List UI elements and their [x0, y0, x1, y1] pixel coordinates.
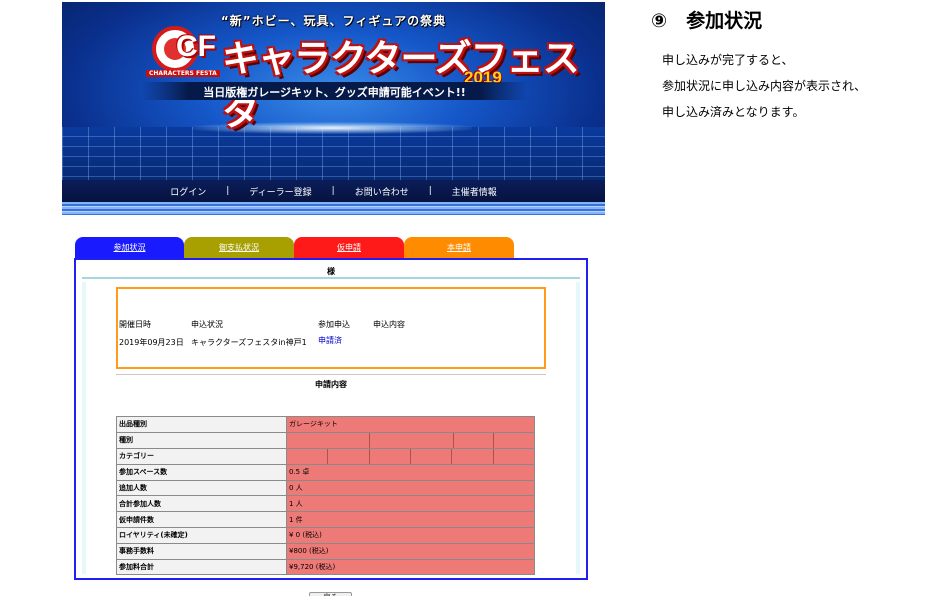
nav-separator: |: [428, 186, 432, 196]
tab-payment-status[interactable]: 御支払状況: [184, 237, 294, 258]
tab-main-application[interactable]: 本申請: [404, 237, 514, 258]
event-name: キャラクターズフェスタin神戸1: [191, 338, 307, 347]
table-row: 仮申請件数 1 件: [116, 511, 535, 528]
banner-tagline: “新”ホビー、玩具、フィギュアの祭典: [220, 14, 447, 28]
detail-label: 合計参加人数: [116, 495, 287, 513]
nav-separator: |: [331, 186, 335, 196]
detail-label: 種別: [116, 431, 287, 449]
detail-label: 追加人数: [116, 479, 287, 497]
site-banner: “新”ホビー、玩具、フィギュアの祭典 CF CHARACTERS FESTA キ…: [62, 2, 605, 215]
detail-value: 1 人: [286, 495, 535, 513]
top-nav: ログイン | ディーラー登録 | お問い合わせ | 主催者情報: [62, 180, 605, 202]
nav-organizer-info[interactable]: 主催者情報: [438, 185, 511, 198]
detail-value: 0.5 卓: [286, 463, 535, 481]
detail-label: 出品種別: [116, 416, 287, 433]
table-row: 参加料合計 ¥9,720 (税込): [116, 558, 535, 576]
detail-label: 事務手数料: [116, 542, 287, 560]
table-row: 合計参加人数 1 人: [116, 495, 535, 513]
table-row: カテゴリー: [116, 447, 535, 465]
detail-value: 0 人: [286, 479, 535, 497]
detail-value: 1 件: [286, 511, 535, 528]
detail-value: ¥9,720 (税込): [286, 558, 535, 576]
banner-floor-grid: [62, 127, 605, 187]
detail-value: ガレージキット: [286, 416, 535, 433]
table-row: 参加スペース数 0.5 卓: [116, 463, 535, 481]
application-details-table: 出品種別 ガレージキット 種別 カテゴリー 参加スペース数 0.5 卓 追加人数…: [116, 416, 535, 576]
table-row: 種別: [116, 431, 535, 449]
detail-label: ロイヤリティ(未確定): [116, 526, 287, 544]
instruction-text: 申し込みが完了すると、 参加状況に申し込み内容が表示され、 申し込み済みとなりま…: [662, 47, 866, 125]
nav-separator: |: [226, 186, 230, 196]
detail-value-grid: [286, 431, 535, 449]
return-button[interactable]: 戻る: [309, 592, 352, 596]
nav-dealer-register[interactable]: ディーラー登録: [235, 185, 325, 198]
tab-participation-status[interactable]: 参加状況: [75, 237, 184, 258]
application-content-title: 申請内容: [315, 380, 347, 389]
detail-value: ¥800 (税込): [286, 542, 535, 560]
user-honorific: 様: [327, 267, 335, 276]
detail-label: 参加スペース数: [116, 463, 287, 481]
detail-value-grid: [286, 447, 535, 465]
logo-cf-text: CF: [176, 30, 216, 63]
participation-status-box: 開催日時 申込状況 参加申込 申込内容 2019年09月23日 キャラクターズフ…: [116, 287, 546, 369]
honorific-divider: [82, 277, 580, 279]
detail-value: ¥ 0 (税込): [286, 526, 535, 544]
table-row: 出品種別 ガレージキット: [116, 416, 535, 433]
logo-small-text: CHARACTERS FESTA: [146, 70, 220, 77]
table-row: ロイヤリティ(未確定) ¥ 0 (税込): [116, 526, 535, 544]
detail-label: 参加料合計: [116, 558, 287, 576]
instruction-line: 申し込み済みとなります。: [662, 105, 805, 119]
instruction-line: 参加状況に申し込み内容が表示され、: [662, 79, 867, 93]
table-row: 事務手数料 ¥800 (税込): [116, 542, 535, 560]
table-row: 追加人数 0 人: [116, 479, 535, 497]
step-title: ⑨ 参加状況: [651, 10, 763, 32]
nav-login[interactable]: ログイン: [156, 185, 220, 198]
header-application-content: 申込内容: [373, 320, 405, 329]
header-date: 開催日時: [119, 320, 151, 329]
section-divider: [116, 374, 546, 375]
banner-bottom-stripes: [62, 202, 605, 215]
header-application-status: 申込状況: [191, 320, 223, 329]
header-participation: 参加申込: [318, 320, 350, 329]
banner-subtitle: 当日版権ガレージキット、グッズ申請可能イベント!!: [203, 86, 466, 99]
tab-temporary-application[interactable]: 仮申請: [294, 237, 404, 258]
detail-label: カテゴリー: [116, 447, 287, 465]
applied-status-link[interactable]: 申請済: [318, 335, 342, 346]
instruction-line: 申し込みが完了すると、: [662, 53, 794, 67]
detail-label: 仮申請件数: [116, 511, 287, 528]
nav-contact[interactable]: お問い合わせ: [341, 185, 423, 198]
event-date: 2019年09月23日: [119, 338, 184, 347]
